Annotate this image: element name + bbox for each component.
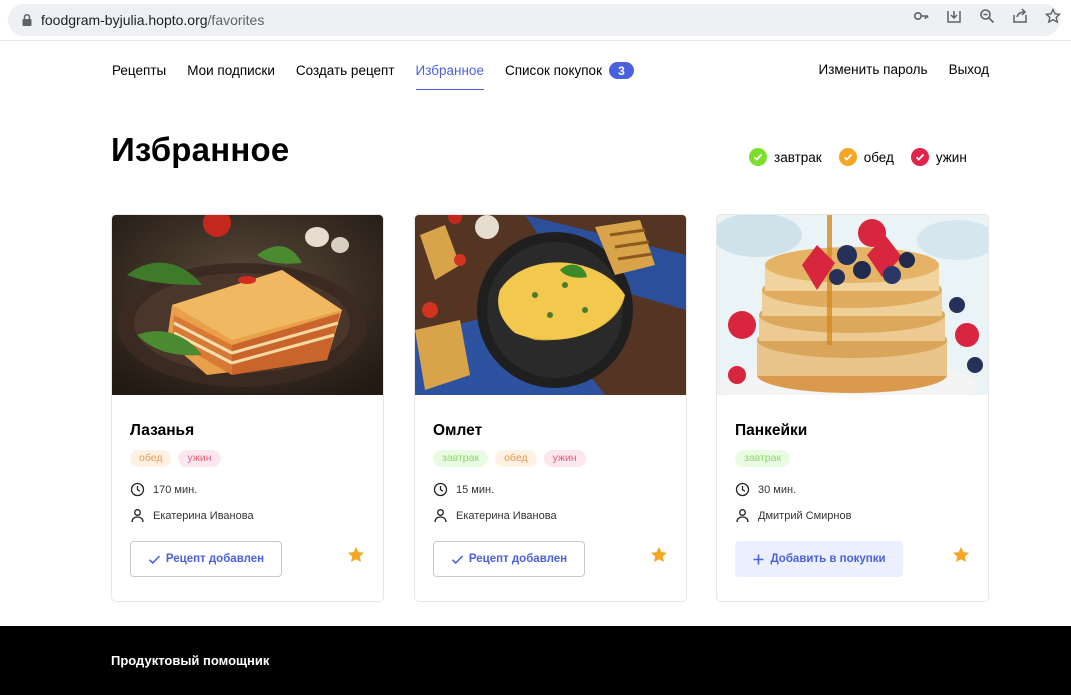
user-icon (736, 509, 749, 523)
clock-icon (433, 482, 448, 497)
recipe-card: Омлет завтрак обед ужин 15 мин. Екатерин… (414, 214, 687, 602)
address-bar[interactable]: foodgram-byjulia.hopto.org/favorites (8, 4, 1060, 36)
add-to-shopping-list-button[interactable]: Добавить в покупки (735, 541, 903, 577)
check-icon (148, 554, 160, 564)
recipe-author: Дмитрий Смирнов (735, 508, 851, 523)
recipe-card: Панкейки завтрак 30 мин. Дмитрий Смирнов… (716, 214, 989, 602)
nav-shopping-list-label: Список покупок (504, 63, 602, 78)
filter-label: ужин (935, 149, 967, 165)
user-icon (131, 509, 144, 523)
tag-breakfast: завтрак (735, 450, 791, 467)
nav-create-recipe[interactable]: Создать рецепт (296, 63, 395, 78)
share-icon[interactable] (1010, 6, 1030, 26)
recipe-time: 170 мин. (130, 482, 197, 497)
footer: Продуктовый помощник (0, 626, 1071, 695)
recipe-title[interactable]: Лазанья (130, 422, 194, 440)
cart-count-badge: 3 (608, 62, 634, 79)
check-icon (910, 148, 929, 166)
nav-recipes[interactable]: Рецепты (112, 63, 166, 78)
bookmark-star-icon[interactable] (1043, 6, 1063, 26)
recipe-tags: завтрак (735, 450, 791, 467)
recipe-card: Лазанья обед ужин 170 мин. Екатерина Ива… (111, 214, 384, 602)
recipe-time-text: 15 мин. (456, 483, 495, 496)
key-icon[interactable] (911, 6, 931, 26)
footer-brand[interactable]: Продуктовый помощник (111, 653, 269, 668)
recipe-title[interactable]: Омлет (433, 422, 482, 440)
url-host: foodgram-byjulia.hopto.org (41, 12, 208, 28)
lock-icon (22, 13, 32, 26)
button-label: Рецепт добавлен (468, 553, 568, 565)
filter-label: обед (863, 149, 894, 165)
favorite-star-icon[interactable] (952, 546, 970, 564)
browser-toolbar: foodgram-byjulia.hopto.org/favorites (0, 0, 1071, 41)
recipe-author-name[interactable]: Дмитрий Смирнов (758, 510, 851, 522)
check-icon (749, 148, 767, 166)
recipe-tags: обед ужин (130, 450, 221, 467)
filter-lunch[interactable]: обед (838, 148, 894, 166)
main-nav: Рецепты Мои подписки Создать рецепт Избр… (112, 62, 655, 90)
zoom-icon[interactable] (977, 6, 997, 26)
recipe-author: Екатерина Иванова (433, 508, 557, 523)
logout-link[interactable]: Выход (949, 62, 989, 77)
filter-dinner[interactable]: ужин (910, 148, 967, 166)
recipe-time: 15 мин. (433, 482, 494, 497)
recipe-title[interactable]: Панкейки (735, 422, 807, 440)
recipe-author-name[interactable]: Екатерина Иванова (153, 510, 254, 522)
recipe-image-lasagna[interactable] (112, 215, 383, 395)
tag-lunch: обед (495, 450, 537, 467)
recipe-added-button[interactable]: Рецепт добавлен (130, 541, 282, 577)
meal-filter: завтрак обед ужин (749, 148, 967, 166)
tag-dinner: ужин (543, 450, 586, 467)
button-label: Рецепт добавлен (165, 553, 265, 565)
url-text: foodgram-byjulia.hopto.org/favorites (41, 12, 264, 28)
check-icon (451, 554, 463, 564)
filter-breakfast[interactable]: завтрак (749, 148, 822, 166)
recipe-added-button[interactable]: Рецепт добавлен (433, 541, 585, 577)
user-icon (434, 509, 447, 523)
recipe-author-name[interactable]: Екатерина Иванова (456, 510, 557, 522)
tag-lunch: обед (130, 450, 172, 467)
button-label: Добавить в покупки (770, 553, 886, 565)
recipe-image-omelette[interactable] (415, 215, 686, 395)
download-icon[interactable] (944, 6, 964, 26)
nav-shopping-list[interactable]: Список покупок 3 (505, 62, 634, 79)
url-path: /favorites (207, 12, 265, 28)
clock-icon (735, 482, 750, 497)
recipe-time-text: 170 мин. (153, 483, 198, 496)
page-title: Избранное (111, 131, 290, 168)
nav-subscriptions[interactable]: Мои подписки (187, 63, 275, 78)
recipe-author: Екатерина Иванова (130, 508, 254, 523)
tag-dinner: ужин (178, 450, 221, 467)
favorite-star-icon[interactable] (347, 546, 365, 564)
recipe-image-pancakes[interactable] (717, 215, 988, 395)
clock-icon (130, 482, 145, 497)
tag-breakfast: завтрак (433, 450, 489, 467)
favorite-star-icon[interactable] (650, 546, 668, 564)
change-password-link[interactable]: Изменить пароль (818, 62, 927, 77)
recipe-tags: завтрак обед ужин (433, 450, 586, 467)
recipe-time: 30 мин. (735, 482, 796, 497)
recipe-time-text: 30 мин. (758, 483, 797, 496)
plus-icon (753, 554, 764, 564)
check-icon (838, 148, 857, 166)
nav-favorites[interactable]: Избранное (415, 63, 485, 90)
filter-label: завтрак (774, 149, 822, 165)
